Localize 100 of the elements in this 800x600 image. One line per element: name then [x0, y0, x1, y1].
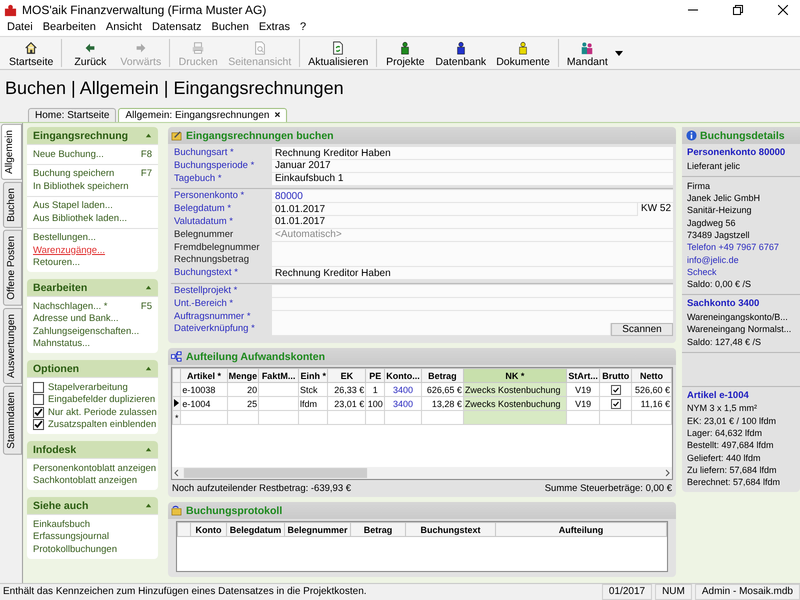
menu-item[interactable]: Datei — [2, 20, 38, 36]
menu-item[interactable]: Datensatz — [146, 20, 207, 36]
collapse-icon[interactable] — [145, 446, 152, 453]
input-field[interactable]: Rechnung Kreditor Haben — [272, 147, 673, 160]
menu-item[interactable]: Ansicht — [100, 20, 147, 36]
task-link[interactable]: Adresse und Bank... — [33, 313, 119, 324]
section-header[interactable]: Infodesk — [27, 441, 158, 458]
option-checkbox[interactable] — [33, 419, 44, 430]
toolbar-button[interactable]: Aktualisieren — [303, 38, 374, 68]
collapse-icon[interactable] — [145, 132, 152, 139]
task-link[interactable]: Aus Bibliothek laden... — [33, 212, 128, 224]
column-header[interactable]: Konto... — [384, 368, 422, 382]
menu-item[interactable]: Bearbeiten — [38, 20, 101, 36]
task-link[interactable]: Neue Buchung... — [33, 148, 104, 160]
toolbar-button[interactable]: Projekte — [380, 38, 430, 68]
detail-heading[interactable]: Artikel e-1004 — [687, 390, 795, 402]
detail-link[interactable]: info@jelic.de — [687, 254, 795, 266]
input-field[interactable]: 01.01.2017 — [272, 203, 637, 216]
input-field[interactable] — [272, 242, 673, 255]
column-header[interactable]: Aufteilung — [496, 522, 666, 536]
option-label[interactable]: Eingabefelder duplizieren — [48, 394, 156, 406]
column-header[interactable]: Betrag — [421, 368, 464, 382]
column-header[interactable]: EK — [328, 368, 366, 382]
section-header[interactable]: Siehe auch — [27, 497, 158, 514]
column-header[interactable]: Belegdatum — [226, 522, 284, 536]
grid-checkbox[interactable] — [610, 398, 621, 409]
task-link[interactable]: Retouren... — [33, 257, 80, 268]
column-header[interactable]: Brutto — [600, 368, 632, 382]
toolbar-button[interactable]: Dokumente — [491, 38, 555, 68]
restore-icon[interactable] — [733, 5, 743, 15]
task-link[interactable]: Mahnstatus... — [33, 338, 90, 350]
input-field[interactable] — [272, 254, 673, 268]
side-tab[interactable]: Buchen — [3, 182, 22, 228]
column-header[interactable]: PE — [366, 368, 385, 382]
toolbar-button[interactable]: Datenbank — [430, 38, 492, 68]
side-tab[interactable]: Allgemein — [1, 124, 22, 180]
task-link[interactable]: Einkaufsbuch — [33, 518, 90, 530]
detail-link[interactable]: Scheck — [687, 266, 795, 278]
menu-item[interactable]: Buchen — [206, 20, 254, 36]
column-header[interactable]: Konto — [190, 522, 226, 536]
task-link[interactable]: Erfassungsjournal — [33, 531, 110, 542]
document-tab[interactable]: Home: Startseite — [28, 108, 116, 122]
column-header[interactable]: Einh * — [298, 368, 328, 382]
collapse-icon[interactable] — [145, 502, 152, 509]
column-header[interactable]: Buchungstext — [406, 522, 496, 536]
menu-item[interactable]: Extras — [254, 20, 296, 36]
detail-link[interactable]: Telefon +49 7967 6767 — [687, 241, 795, 254]
option-checkbox[interactable] — [33, 382, 44, 393]
input-field[interactable]: <Automatisch> — [272, 228, 673, 242]
close-icon[interactable] — [778, 5, 788, 15]
collapse-icon[interactable] — [145, 365, 152, 372]
section-header[interactable]: Eingangsrechnung — [27, 127, 158, 144]
task-link[interactable]: Bestellungen... — [33, 232, 96, 244]
column-header[interactable]: Belegnummer — [284, 522, 350, 536]
column-header[interactable]: StArt... — [566, 368, 600, 382]
input-field[interactable]: Einkaufsbuch 1 — [272, 172, 673, 186]
option-checkbox[interactable] — [33, 394, 44, 406]
input-field[interactable]: 80000 — [272, 190, 673, 204]
scan-button[interactable]: Scannen — [611, 323, 673, 336]
input-field[interactable]: 01.01.2017 — [272, 216, 673, 229]
task-link[interactable]: Zahlungseigenschaften... — [33, 326, 140, 337]
close-tab-button[interactable]: × — [274, 110, 280, 121]
input-field[interactable] — [272, 284, 673, 298]
task-link[interactable]: Aus Stapel laden... — [33, 200, 113, 212]
task-link[interactable]: Personenkontoblatt anzeigen — [33, 462, 156, 474]
option-label[interactable]: Stapelverarbeitung — [48, 382, 128, 393]
input-field[interactable] — [272, 323, 610, 336]
column-header[interactable]: Betrag — [350, 522, 406, 536]
column-header[interactable]: NK * — [463, 368, 566, 382]
collapse-icon[interactable] — [145, 284, 152, 291]
input-field[interactable] — [272, 298, 673, 311]
section-header[interactable]: Optionen — [27, 360, 158, 377]
detail-heading[interactable]: Sachkonto 3400 — [687, 298, 795, 311]
dropdown-caret-icon[interactable] — [614, 50, 623, 56]
toolbar-button[interactable]: Mandant — [562, 38, 613, 68]
document-tab[interactable]: Allgemein: Eingangsrechnungen × — [118, 108, 288, 122]
side-tab[interactable]: Auswertungen — [3, 308, 22, 384]
task-link[interactable]: Buchung speichern — [33, 168, 114, 180]
side-tab[interactable]: Stammdaten — [3, 386, 22, 454]
new-row-marker[interactable]: * — [172, 410, 181, 424]
column-header[interactable]: Artikel * — [180, 368, 228, 382]
column-header[interactable]: FaktM... — [258, 368, 299, 382]
column-header[interactable]: Menge — [227, 368, 259, 382]
detail-heading[interactable]: Personenkonto 80000 — [687, 147, 795, 160]
input-field[interactable]: Rechnung Kreditor Haben — [272, 267, 673, 280]
input-field[interactable]: Januar 2017 — [272, 160, 673, 173]
toolbar-button[interactable]: Startseite — [4, 38, 58, 68]
task-link[interactable]: Warenzugänge... — [33, 244, 105, 256]
task-link[interactable]: In Bibliothek speichern — [33, 180, 129, 192]
task-link[interactable]: Protokollbuchungen — [33, 544, 117, 555]
option-label[interactable]: Zusatzspalten einblenden — [48, 419, 156, 430]
horizontal-scrollbar[interactable] — [172, 467, 672, 479]
section-header[interactable]: Bearbeiten — [27, 279, 158, 296]
toolbar-button[interactable]: Zurück — [65, 38, 116, 68]
option-label[interactable]: Nur akt. Periode zulassen — [48, 406, 157, 418]
side-tab[interactable]: Offene Posten — [3, 230, 22, 306]
grid-checkbox[interactable] — [610, 384, 621, 395]
row-header[interactable] — [172, 396, 181, 410]
input-field[interactable] — [272, 310, 673, 324]
task-link[interactable]: Sachkontoblatt anzeigen — [33, 475, 138, 486]
